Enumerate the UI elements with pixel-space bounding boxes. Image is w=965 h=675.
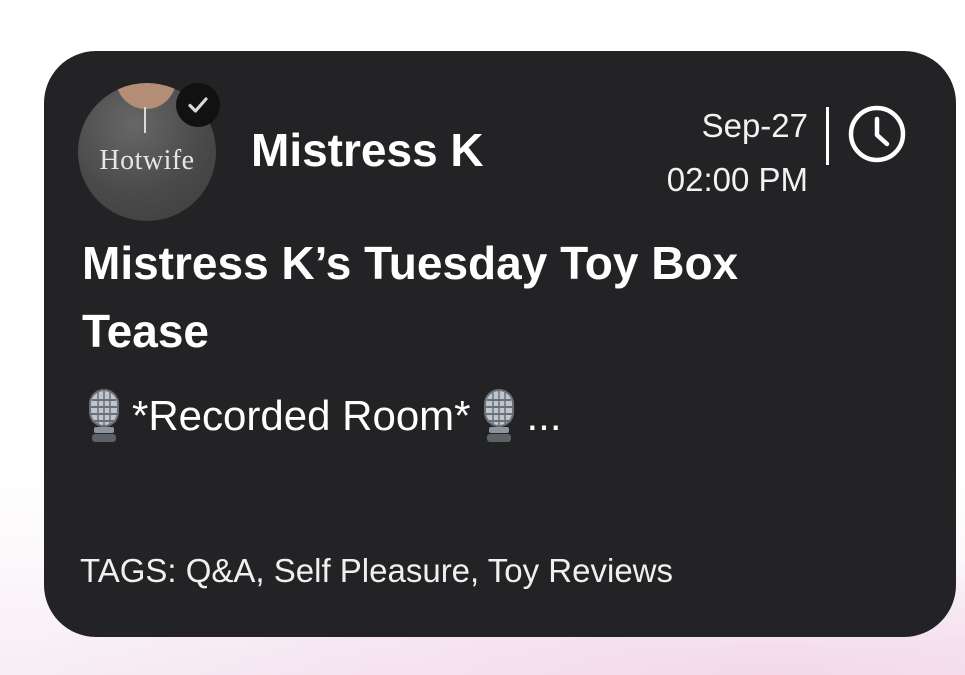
microphone-icon xyxy=(483,389,514,442)
event-title[interactable]: Mistress K’s Tuesday Toy Box Tease xyxy=(82,229,782,365)
event-datetime: Sep-27 02:00 PM xyxy=(667,99,808,207)
microphone-icon xyxy=(89,389,119,442)
avatar-photo-detail xyxy=(116,83,176,109)
vertical-divider xyxy=(826,107,829,165)
event-time: 02:00 PM xyxy=(666,161,808,198)
event-subtitle: *Recorded Room* xyxy=(132,392,471,439)
event-card[interactable]: Hotwife Mistress K Sep-27 02:00 PM Mistr… xyxy=(44,51,956,637)
avatar-photo-necklace xyxy=(144,107,146,133)
verified-badge-icon xyxy=(176,83,220,127)
clock-icon[interactable] xyxy=(846,103,908,165)
checkmark-icon xyxy=(188,97,208,113)
host-avatar-container[interactable]: Hotwife xyxy=(78,83,220,221)
event-description: *Recorded Room* ... xyxy=(82,386,568,446)
event-date: Sep-27 xyxy=(701,107,808,144)
host-name[interactable]: Mistress K xyxy=(251,123,484,177)
description-ellipsis: ... xyxy=(526,392,562,439)
avatar-shirt-text: Hotwife xyxy=(99,145,195,176)
event-tags: TAGS: Q&A, Self Pleasure, Toy Reviews xyxy=(80,552,674,589)
